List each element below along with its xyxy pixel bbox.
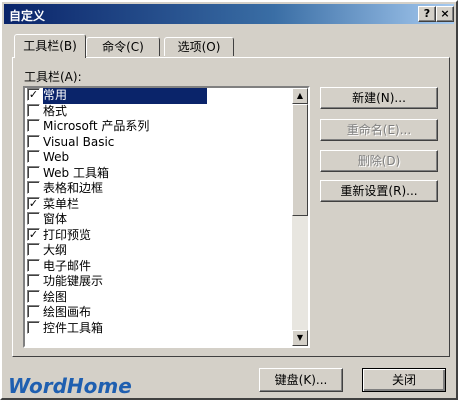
checkbox-unchecked[interactable]: [27, 320, 40, 334]
toolbar-list-item[interactable]: ✓ 打印预览: [25, 228, 292, 244]
toolbar-item-label: 格式: [43, 103, 68, 118]
tab-options-label: 选项(O): [177, 40, 221, 54]
vertical-scrollbar[interactable]: ▲ ▼: [292, 88, 308, 346]
toolbar-list-item[interactable]: 大纲: [25, 243, 292, 259]
toolbar-item-label: 绘图: [43, 289, 68, 304]
toolbar-item-label: 大纲: [43, 243, 68, 257]
arrow-up-icon: ▲: [296, 91, 304, 100]
toolbar-item-label: 打印预览: [43, 227, 92, 242]
toolbar-item-label: Microsoft 产品系列: [43, 119, 150, 133]
tab-commands-label: 命令(C): [102, 40, 144, 54]
scroll-thumb[interactable]: [292, 104, 308, 216]
keyboard-button[interactable]: 键盘(K)...: [259, 368, 343, 392]
scroll-down-button[interactable]: ▼: [292, 330, 308, 346]
checkbox-checked[interactable]: ✓: [27, 227, 40, 241]
toolbar-item-label: 电子邮件: [43, 258, 92, 273]
toolbar-list-item[interactable]: 控件工具箱: [25, 321, 292, 337]
checkbox-unchecked[interactable]: [27, 258, 40, 272]
checkbox-unchecked[interactable]: [27, 305, 40, 319]
checkbox-unchecked[interactable]: [27, 103, 40, 117]
toolbar-item-label: 表格和边框: [43, 181, 104, 195]
toolbar-list-item[interactable]: Web: [25, 150, 292, 166]
checkbox-unchecked[interactable]: [27, 119, 40, 133]
toolbar-list-item[interactable]: 绘图: [25, 290, 292, 306]
toolbar-list-item[interactable]: 表格和边框: [25, 181, 292, 197]
toolbar-item-label: 常用: [43, 88, 208, 104]
checkbox-unchecked[interactable]: [27, 212, 40, 226]
checkbox-checked[interactable]: ✓: [27, 88, 40, 102]
checkbox-unchecked[interactable]: [27, 289, 40, 303]
toolbar-list-item[interactable]: 电子邮件: [25, 259, 292, 275]
checkbox-checked[interactable]: ✓: [27, 196, 40, 210]
wordhome-watermark: WordHome: [8, 374, 132, 398]
toolbar-item-label: 菜单栏: [43, 196, 80, 211]
rename-button[interactable]: 重命名(E)...: [320, 119, 438, 141]
toolbar-item-label: Web 工具箱: [43, 165, 109, 180]
close-window-button[interactable]: ×: [436, 6, 454, 22]
new-toolbar-button[interactable]: 新建(N)...: [320, 87, 438, 109]
dialog-title: 自定义: [9, 9, 46, 23]
toolbar-list-item[interactable]: ✓ 菜单栏: [25, 197, 292, 213]
tab-toolbars[interactable]: 工具栏(B): [14, 34, 86, 58]
toolbar-list-item[interactable]: 绘图画布: [25, 305, 292, 321]
delete-button[interactable]: 删除(D): [320, 150, 438, 172]
help-icon: ?: [423, 7, 431, 20]
tab-toolbars-label: 工具栏(B): [23, 39, 77, 53]
toolbars-list-label: 工具栏(A):: [24, 70, 82, 84]
checkbox-unchecked[interactable]: [27, 150, 40, 164]
toolbars-listbox[interactable]: ✓ 常用 格式 Microsoft 产品系列 Visual Basic Web Web 工具…: [23, 86, 310, 348]
title-bar: 自定义 ? ×: [4, 4, 454, 24]
checkbox-unchecked[interactable]: [27, 165, 40, 179]
help-button[interactable]: ?: [418, 6, 436, 22]
reset-button[interactable]: 重新设置(R)...: [320, 180, 438, 202]
customize-dialog: 自定义 ? × 工具栏(B) 命令(C) 选项(O) 工具栏(A): ✓ 常用 格式…: [0, 0, 458, 400]
toolbar-item-label: 绘图画布: [43, 305, 92, 319]
toolbar-list-item[interactable]: 功能键展示: [25, 274, 292, 290]
tab-options[interactable]: 选项(O): [164, 37, 234, 56]
toolbar-list-item[interactable]: Visual Basic: [25, 135, 292, 151]
checkbox-unchecked[interactable]: [27, 274, 40, 288]
toolbar-list-item[interactable]: 格式: [25, 104, 292, 120]
toolbar-list-item[interactable]: ✓ 常用: [25, 88, 292, 104]
close-button[interactable]: 关闭: [362, 368, 446, 392]
toolbar-list-item[interactable]: Web 工具箱: [25, 166, 292, 182]
toolbar-list-item[interactable]: Microsoft 产品系列: [25, 119, 292, 135]
toolbars-list: ✓ 常用 格式 Microsoft 产品系列 Visual Basic Web Web 工具…: [25, 88, 292, 336]
toolbar-item-label: 功能键展示: [43, 274, 104, 288]
toolbar-item-label: 窗体: [43, 212, 68, 226]
tab-commands[interactable]: 命令(C): [86, 37, 160, 56]
toolbar-item-label: Visual Basic: [43, 134, 115, 149]
toolbar-item-label: 控件工具箱: [43, 320, 104, 335]
checkbox-unchecked[interactable]: [27, 243, 40, 257]
scroll-up-button[interactable]: ▲: [292, 88, 308, 104]
toolbar-list-item[interactable]: 窗体: [25, 212, 292, 228]
close-icon: ×: [440, 7, 450, 20]
toolbar-item-label: Web: [43, 150, 70, 164]
arrow-down-icon: ▼: [296, 333, 304, 342]
checkbox-unchecked[interactable]: [27, 134, 40, 148]
checkbox-unchecked[interactable]: [27, 181, 40, 195]
